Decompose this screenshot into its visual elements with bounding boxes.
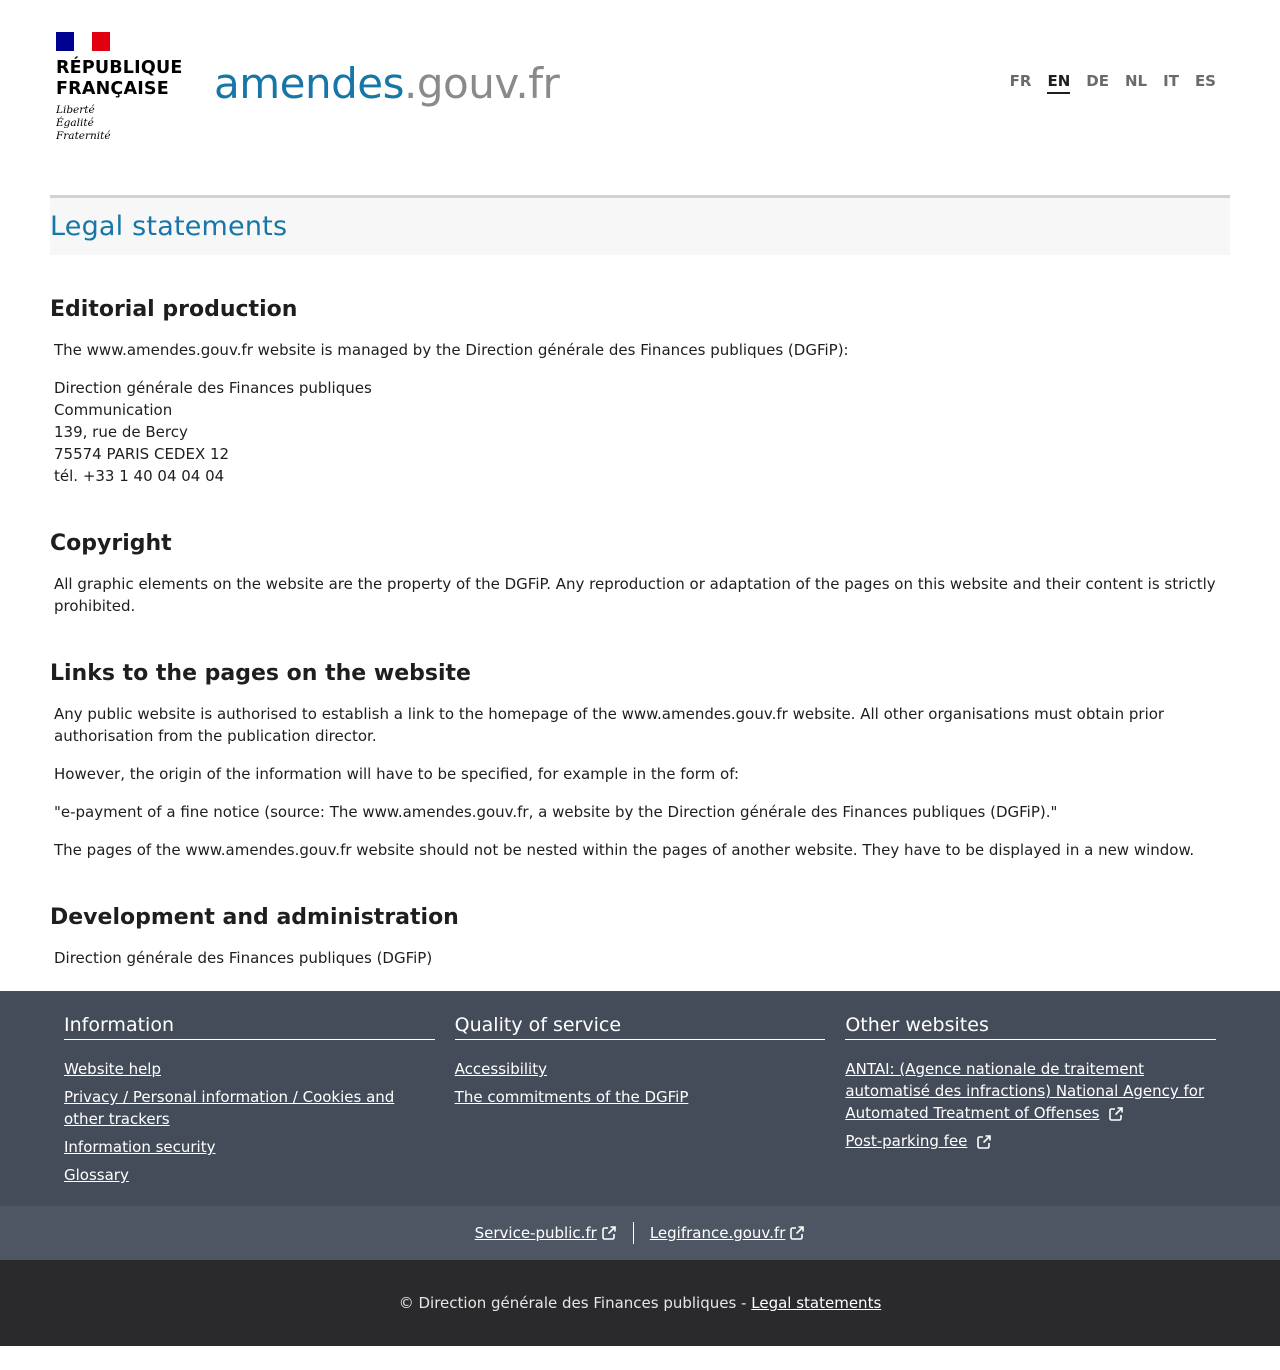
section-copyright: Copyright All graphic elements on the we…: [50, 529, 1230, 617]
section-links: Links to the pages on the website Any pu…: [50, 659, 1230, 861]
footer-column-information: Information Website help Privacy / Perso…: [64, 1011, 435, 1186]
page-title: Legal statements: [50, 211, 288, 242]
footer-link-privacy[interactable]: Privacy / Personal information / Cookies…: [64, 1088, 394, 1128]
language-switcher: FR EN DE NL IT ES: [994, 72, 1216, 94]
lang-nl[interactable]: NL: [1125, 72, 1147, 94]
rf-line-2: FRANÇAISE: [56, 79, 169, 99]
external-link-icon: [790, 1226, 805, 1240]
rf-line-1: RÉPUBLIQUE: [56, 58, 183, 78]
footer-copyright-bar: © Direction générale des Finances publiq…: [0, 1260, 1280, 1346]
section-development: Development and administration Direction…: [50, 903, 1230, 969]
links-paragraph-2: However, the origin of the information w…: [54, 765, 740, 783]
footer-link-post-parking-label: Post-parking fee: [845, 1132, 968, 1150]
marianne-flag-icon: [56, 32, 110, 51]
motto-egalite: Égalité: [56, 117, 94, 129]
links-paragraph-3: "e-payment of a fine notice (source: The…: [54, 803, 1058, 821]
partner-link-service-public[interactable]: Service-public.fr: [475, 1224, 597, 1242]
section-editorial-production: Editorial production The www.amendes.gou…: [50, 295, 1230, 487]
links-paragraph-1: Any public website is authorised to esta…: [54, 705, 1165, 745]
footer-columns: Information Website help Privacy / Perso…: [0, 991, 1280, 1206]
partner-link-legifrance[interactable]: Legifrance.gouv.fr: [650, 1224, 786, 1242]
footer-column-quality: Quality of service Accessibility The com…: [454, 1011, 826, 1186]
editorial-intro: The www.amendes.gouv.fr website is manag…: [54, 341, 849, 359]
address-line: Communication: [54, 401, 173, 419]
address-line: 75574 PARIS CEDEX 12: [54, 445, 230, 463]
address-phone: tél. +33 1 40 04 04 04: [54, 467, 225, 485]
footer-link-information-security[interactable]: Information security: [64, 1138, 216, 1156]
motto-fraternite: Fraternité: [56, 130, 111, 142]
copyright-text: All graphic elements on the website are …: [54, 575, 1216, 615]
section-title-editorial: Editorial production: [50, 297, 298, 322]
footer-link-accessibility[interactable]: Accessibility: [455, 1060, 547, 1078]
editorial-address: Direction générale des Finances publique…: [54, 377, 1230, 487]
section-title-links: Links to the pages on the website: [50, 661, 471, 686]
footer-link-antai[interactable]: ANTAI: (Agence nationale de traitement a…: [845, 1060, 1204, 1122]
links-paragraph-4: The pages of the www.amendes.gouv.fr web…: [54, 841, 1195, 859]
partner-links-divider: [632, 1222, 634, 1244]
site-logo-gouv-fr: .gouv.fr: [404, 59, 560, 108]
republic-motto: Liberté Égalité Fraternité: [56, 104, 186, 143]
footer-link-list: ANTAI: (Agence nationale de traitement a…: [845, 1058, 1216, 1152]
lang-en[interactable]: EN: [1047, 72, 1071, 94]
address-line: Direction générale des Finances publique…: [54, 379, 372, 397]
main-content: Legal statements Editorial production Th…: [50, 195, 1230, 969]
footer-link-website-help[interactable]: Website help: [64, 1060, 161, 1078]
footer-link-commitments[interactable]: The commitments of the DGFiP: [455, 1088, 689, 1106]
motto-liberte: Liberté: [56, 104, 95, 116]
external-link-icon: [977, 1134, 992, 1149]
site-header: RÉPUBLIQUE FRANÇAISE Liberté Égalité Fra…: [0, 0, 1280, 195]
footer-copyright-text: © Direction générale des Finances publiq…: [398, 1294, 747, 1312]
footer-column-title: Quality of service: [454, 1011, 826, 1040]
external-link-icon: [602, 1226, 616, 1240]
lang-it[interactable]: IT: [1163, 72, 1179, 94]
development-text: Direction générale des Finances publique…: [54, 949, 433, 967]
footer-link-glossary[interactable]: Glossary: [64, 1166, 129, 1184]
external-link-icon: [1109, 1106, 1124, 1121]
footer-column-title: Other websites: [845, 1011, 1217, 1040]
republique-francaise-logo[interactable]: RÉPUBLIQUE FRANÇAISE Liberté Égalité Fra…: [56, 32, 186, 143]
partner-link-service-public-label: Service-public.fr: [474, 1224, 597, 1242]
address-line: 139, rue de Bercy: [54, 423, 188, 441]
footer-partner-links: Service-public.fr Legifrance.gouv.fr: [0, 1206, 1280, 1260]
footer-link-list: Website help Privacy / Personal informat…: [64, 1058, 435, 1186]
site-logo-amendes: amendes: [214, 59, 405, 108]
footer-link-post-parking-fee[interactable]: Post-parking fee: [845, 1132, 967, 1150]
page-title-bar: Legal statements: [50, 198, 1230, 255]
footer-column-other-websites: Other websites ANTAI: (Agence nationale …: [845, 1011, 1217, 1186]
section-title-development: Development and administration: [50, 905, 459, 930]
site-logo-link[interactable]: amendes.gouv.fr: [214, 58, 560, 110]
lang-es[interactable]: ES: [1195, 72, 1216, 94]
site-footer: Information Website help Privacy / Perso…: [0, 991, 1280, 1346]
lang-fr[interactable]: FR: [1010, 72, 1032, 94]
lang-de[interactable]: DE: [1086, 72, 1109, 94]
section-title-copyright: Copyright: [50, 531, 172, 556]
partner-link-legifrance-label: Legifrance.gouv.fr: [649, 1224, 786, 1242]
footer-legal-statements-link[interactable]: Legal statements: [751, 1294, 881, 1312]
republique-francaise-name: RÉPUBLIQUE FRANÇAISE: [56, 58, 186, 100]
footer-link-list: Accessibility The commitments of the DGF…: [455, 1058, 826, 1108]
footer-column-title: Information: [64, 1011, 435, 1040]
footer-link-antai-label: ANTAI: (Agence nationale de traitement a…: [845, 1060, 1205, 1122]
